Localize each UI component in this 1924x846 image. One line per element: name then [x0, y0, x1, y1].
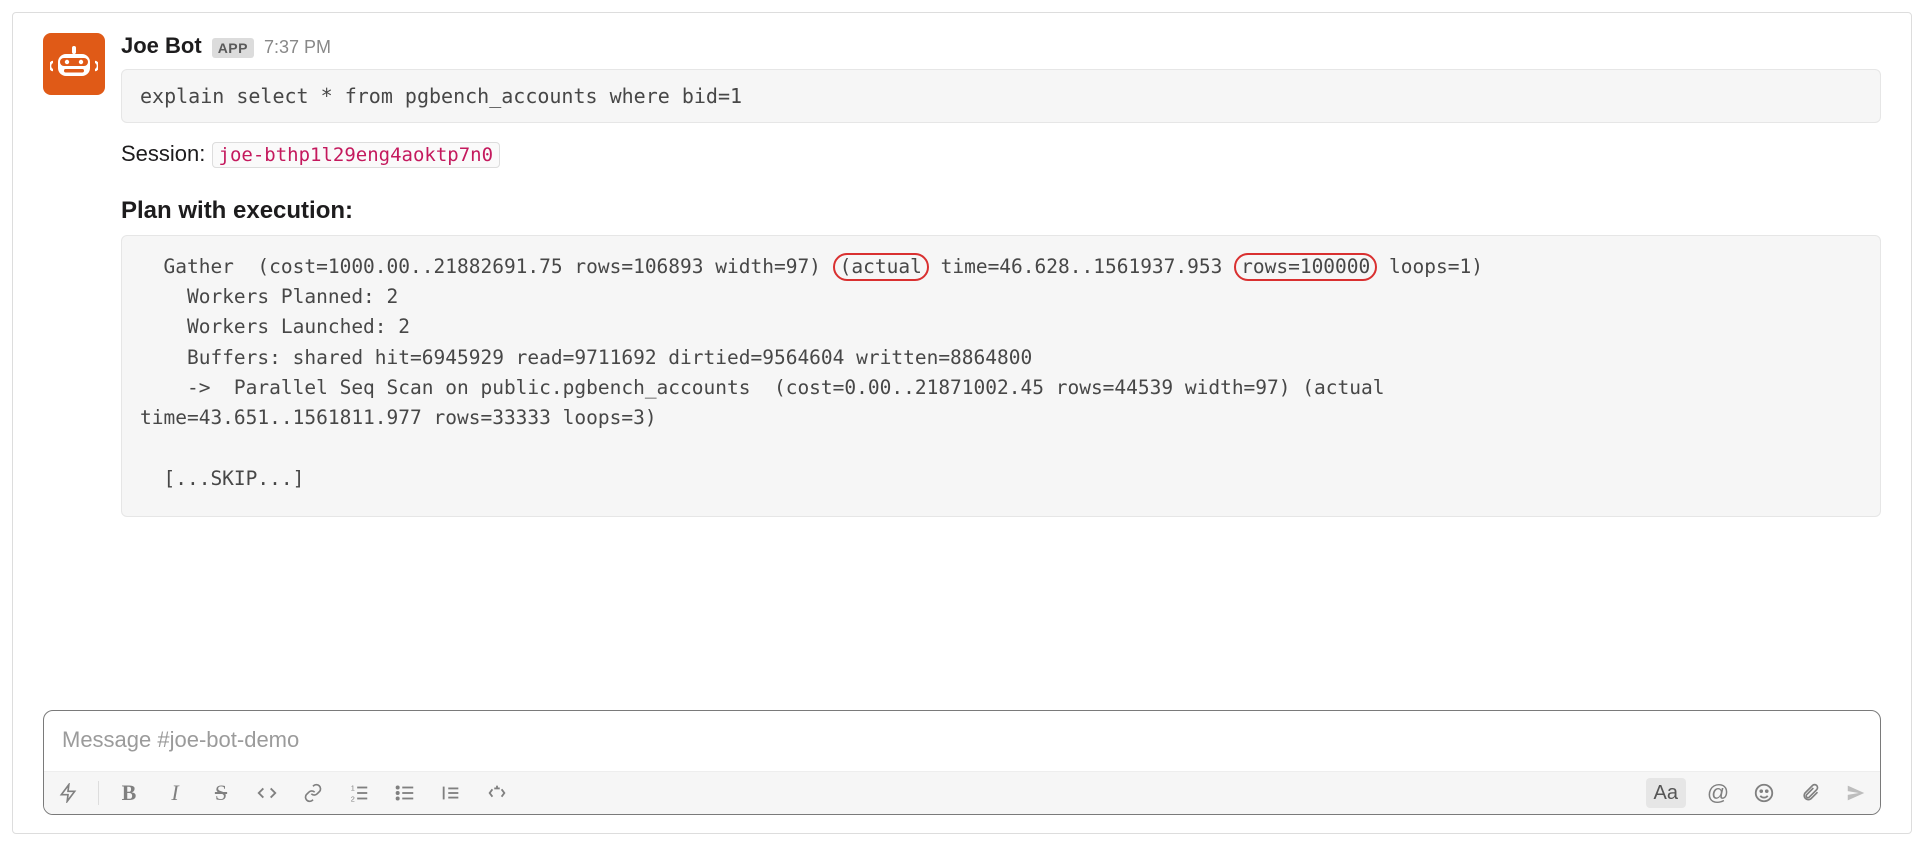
plan-line: Buffers: shared hit=6945929 read=9711692… [140, 346, 1032, 369]
format-toggle-button[interactable]: Aa [1646, 778, 1686, 808]
message-row: Joe Bot APP 7:37 PM explain select * fro… [43, 33, 1881, 517]
session-id[interactable]: joe-bthp1l29eng4aoktp7n0 [212, 142, 501, 168]
message-header: Joe Bot APP 7:37 PM [121, 33, 1881, 59]
plan-title: Plan with execution: [121, 197, 1881, 225]
app-frame: Joe Bot APP 7:37 PM explain select * fro… [12, 12, 1912, 834]
composer: B I S 12 [43, 710, 1881, 815]
svg-text:2: 2 [351, 794, 355, 803]
session-label: Session: [121, 141, 205, 166]
svg-text:1: 1 [351, 783, 355, 792]
bolt-icon[interactable] [54, 778, 82, 808]
session-line: Session: joe-bthp1l29eng4aoktp7n0 [121, 141, 1881, 167]
bullet-list-button[interactable] [391, 778, 419, 808]
highlight-actual: (actual [833, 253, 929, 281]
highlight-rows: rows=100000 [1234, 253, 1377, 281]
plan-line: Gather (cost=1000.00..21882691.75 rows=1… [140, 255, 833, 278]
plan-line: time=43.651..1561811.977 rows=33333 loop… [140, 406, 657, 429]
query-block: explain select * from pgbench_accounts w… [121, 69, 1881, 123]
code-button[interactable] [253, 778, 281, 808]
divider [98, 781, 99, 805]
link-button[interactable] [299, 778, 327, 808]
mention-button[interactable]: @ [1704, 778, 1732, 808]
attach-button[interactable] [1796, 778, 1824, 808]
bold-button[interactable]: B [115, 778, 143, 808]
strike-button[interactable]: S [207, 778, 235, 808]
timestamp: 7:37 PM [264, 37, 331, 58]
author-name: Joe Bot [121, 33, 202, 59]
app-badge: APP [212, 38, 254, 58]
robot-icon [50, 40, 98, 88]
quote-button[interactable] [437, 778, 465, 808]
plan-skip: [...SKIP...] [140, 467, 304, 490]
plan-line: loops=1) [1389, 255, 1483, 278]
message-body: Joe Bot APP 7:37 PM explain select * fro… [121, 33, 1881, 517]
italic-button[interactable]: I [161, 778, 189, 808]
emoji-button[interactable] [1750, 778, 1778, 808]
send-button[interactable] [1842, 778, 1870, 808]
plan-line: time=46.628..1561937.953 [941, 255, 1223, 278]
ordered-list-button[interactable]: 12 [345, 778, 373, 808]
plan-line: Workers Planned: 2 [140, 285, 398, 308]
plan-line: -> Parallel Seq Scan on public.pgbench_a… [140, 376, 1384, 399]
avatar [43, 33, 105, 95]
message-input[interactable] [44, 711, 1880, 771]
composer-toolbar: B I S 12 [44, 771, 1880, 814]
plan-line: Workers Launched: 2 [140, 315, 410, 338]
code-block-button[interactable] [483, 778, 511, 808]
plan-block: Gather (cost=1000.00..21882691.75 rows=1… [121, 235, 1881, 517]
